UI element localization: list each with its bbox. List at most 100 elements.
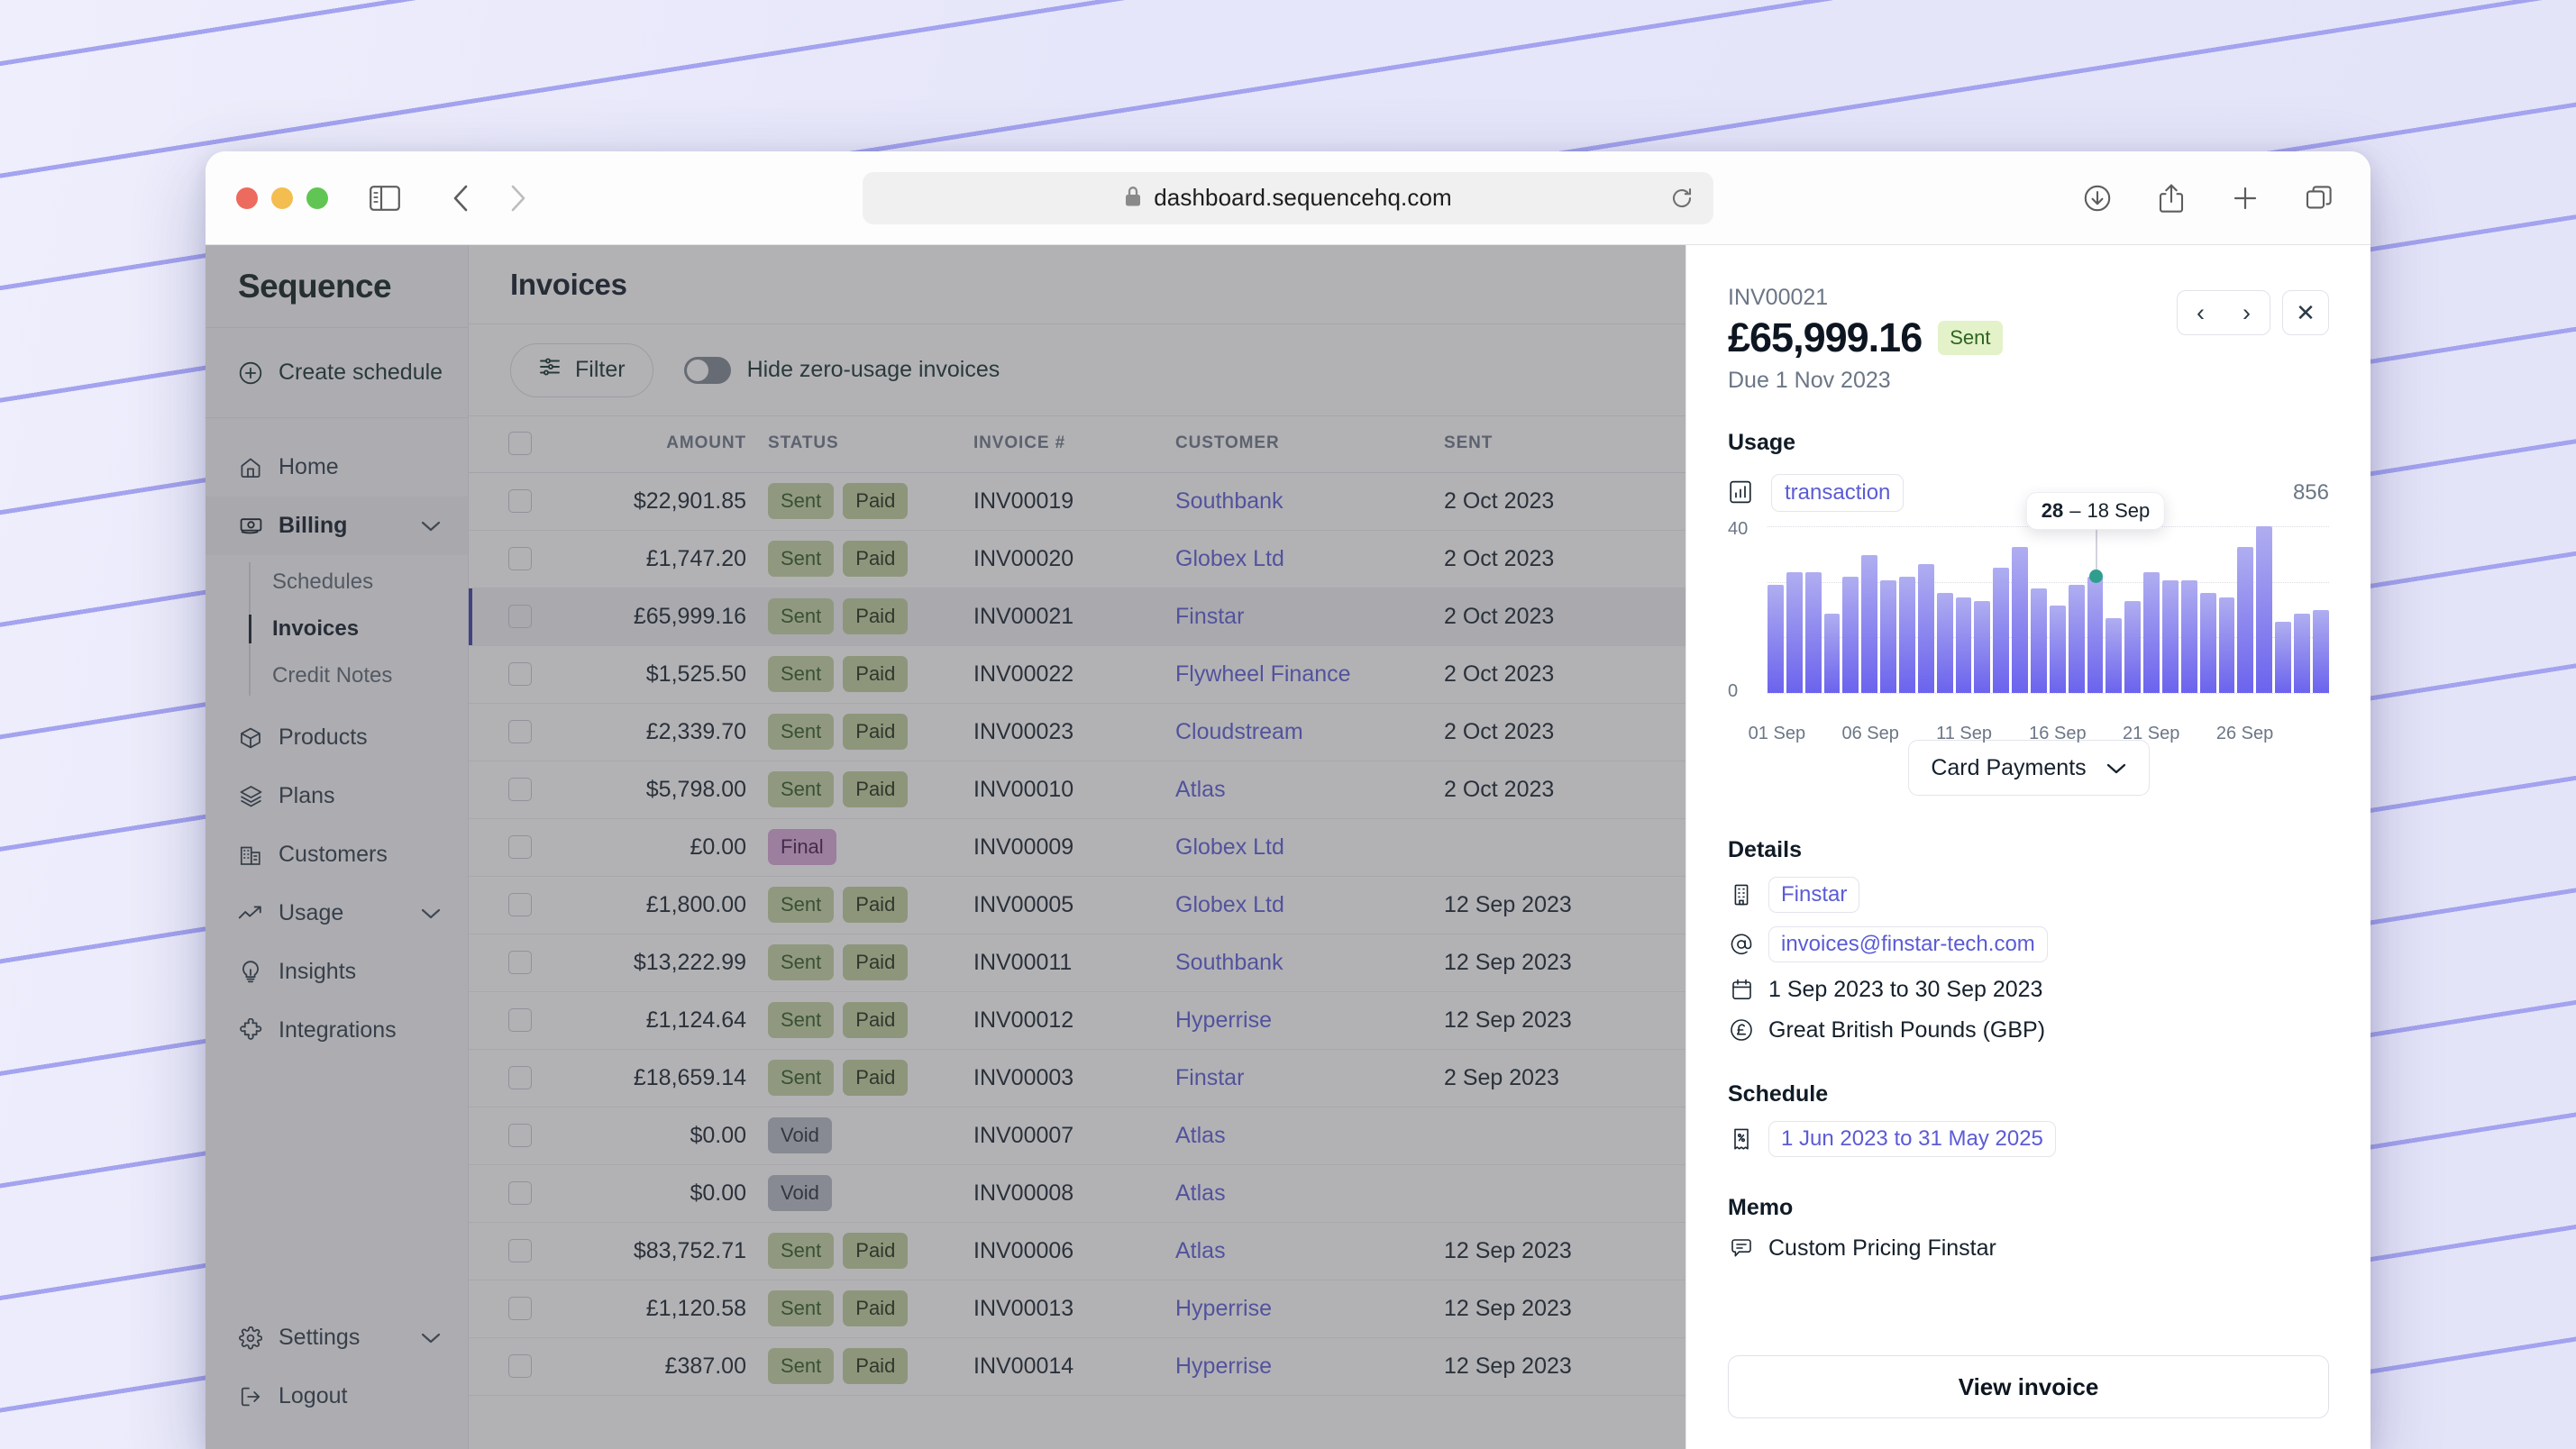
cell-customer[interactable]: Atlas xyxy=(1175,1164,1444,1223)
customer-link[interactable]: Globex Ltd xyxy=(1175,546,1284,571)
customer-link[interactable]: Globex Ltd xyxy=(1175,892,1284,917)
chevron-right-icon[interactable]: › xyxy=(2224,299,2270,327)
row-checkbox[interactable] xyxy=(508,778,532,801)
table-row[interactable]: $83,752.71 Sent Paid INV00006 Atlas 12 Sep 20… xyxy=(469,1222,1685,1280)
table-row[interactable]: £387.00 Sent Paid INV00014 Hyperrise 12 Sep 2… xyxy=(469,1337,1685,1396)
chart-bar[interactable] xyxy=(2031,588,2047,693)
table-row[interactable]: £1,124.64 Sent Paid INV00012 Hyperrise 12 Sep… xyxy=(469,991,1685,1050)
sidebar-item-home[interactable]: Home xyxy=(206,438,468,497)
table-row[interactable]: $22,901.85 Sent Paid INV00019 Southbank 2 Oct… xyxy=(469,472,1685,531)
browser-forward-button[interactable] xyxy=(498,178,539,219)
customer-link[interactable]: Finstar xyxy=(1175,604,1244,629)
sidebar-item-settings[interactable]: Settings xyxy=(206,1308,468,1367)
table-row[interactable]: £1,120.58 Sent Paid INV00013 Hyperrise 12 Sep… xyxy=(469,1280,1685,1338)
row-checkbox[interactable] xyxy=(508,835,532,859)
maximize-window-button[interactable] xyxy=(306,187,328,209)
row-checkbox[interactable] xyxy=(508,1239,532,1262)
sidebar-item-customers[interactable]: Customers xyxy=(206,825,468,884)
sidebar-toggle-icon[interactable] xyxy=(364,178,406,219)
row-checkbox[interactable] xyxy=(508,1124,532,1147)
close-window-button[interactable] xyxy=(236,187,258,209)
row-checkbox-cell[interactable] xyxy=(469,1164,555,1223)
row-checkbox[interactable] xyxy=(508,489,532,513)
chart-bar[interactable] xyxy=(1936,593,1953,693)
sidebar-item-products[interactable]: Products xyxy=(206,708,468,767)
chart-bar[interactable] xyxy=(1917,563,1934,693)
row-checkbox[interactable] xyxy=(508,1008,532,1032)
table-row[interactable]: $0.00 Void INV00008 Atlas xyxy=(469,1164,1685,1223)
row-checkbox-cell[interactable] xyxy=(469,530,555,588)
chart-bar[interactable] xyxy=(1768,584,1784,693)
column-header-status[interactable]: STATUS xyxy=(746,416,952,473)
chart-bar[interactable] xyxy=(1823,614,1841,693)
browser-back-button[interactable] xyxy=(440,178,481,219)
column-header-amount[interactable]: AMOUNT xyxy=(555,416,746,473)
customer-link[interactable]: Hyperrise xyxy=(1175,1007,1272,1033)
row-checkbox[interactable] xyxy=(508,720,532,743)
row-checkbox-cell[interactable] xyxy=(469,1049,555,1107)
chart-bar[interactable] xyxy=(2275,622,2292,693)
chevron-left-icon[interactable]: ‹ xyxy=(2178,299,2224,327)
sidebar-item-schedules[interactable]: Schedules xyxy=(252,559,468,606)
row-checkbox-cell[interactable] xyxy=(469,1107,555,1165)
customer-link[interactable]: Atlas xyxy=(1175,777,1226,802)
cell-customer[interactable]: Cloudstream xyxy=(1175,703,1444,761)
plus-icon[interactable] xyxy=(2224,178,2266,219)
row-checkbox[interactable] xyxy=(508,1181,532,1205)
chart-bar[interactable] xyxy=(2294,614,2310,693)
customer-link[interactable]: Southbank xyxy=(1175,488,1283,514)
sidebar-item-billing[interactable]: Billing xyxy=(206,497,468,555)
share-icon[interactable] xyxy=(2151,178,2192,219)
chart-bar[interactable] xyxy=(2049,605,2066,693)
customer-link[interactable]: Flywheel Finance xyxy=(1175,661,1351,687)
filter-button[interactable]: Filter xyxy=(510,342,653,397)
chart-bar[interactable] xyxy=(2162,580,2179,693)
row-checkbox-cell[interactable] xyxy=(469,1337,555,1396)
row-checkbox-cell[interactable] xyxy=(469,588,555,646)
row-checkbox-cell[interactable] xyxy=(469,876,555,934)
row-checkbox-cell[interactable] xyxy=(469,991,555,1050)
customer-link[interactable]: Southbank xyxy=(1175,950,1283,975)
row-checkbox[interactable] xyxy=(508,1066,532,1089)
customer-link[interactable]: Finstar xyxy=(1175,1065,1244,1090)
chart-bar[interactable] xyxy=(1804,571,1822,693)
table-row[interactable]: $13,222.99 Sent Paid INV00011 Southbank 12 Se… xyxy=(469,934,1685,992)
hide-zero-usage-toggle[interactable] xyxy=(683,356,731,384)
cell-customer[interactable]: Hyperrise xyxy=(1175,1280,1444,1338)
row-checkbox-cell[interactable] xyxy=(469,1222,555,1280)
cell-customer[interactable]: Hyperrise xyxy=(1175,991,1444,1050)
create-schedule-button[interactable]: Create schedule xyxy=(206,328,468,418)
customer-link[interactable]: Atlas xyxy=(1175,1238,1226,1263)
select-all-header[interactable] xyxy=(469,416,555,473)
chart-bar[interactable] xyxy=(1974,601,1991,693)
table-row[interactable]: £18,659.14 Sent Paid INV00003 Finstar 2 Sep 2… xyxy=(469,1049,1685,1107)
row-checkbox-cell[interactable] xyxy=(469,818,555,877)
row-checkbox-cell[interactable] xyxy=(469,703,555,761)
row-checkbox-cell[interactable] xyxy=(469,472,555,531)
customer-link[interactable]: Atlas xyxy=(1175,1180,1226,1206)
sidebar-item-usage[interactable]: Usage xyxy=(206,884,468,943)
chart-bar[interactable] xyxy=(2068,584,2085,693)
row-checkbox[interactable] xyxy=(508,1354,532,1378)
cell-customer[interactable]: Globex Ltd xyxy=(1175,818,1444,877)
sidebar-item-invoices[interactable]: Invoices xyxy=(249,606,468,652)
column-header-invoice[interactable]: INVOICE # xyxy=(952,416,1175,473)
table-row[interactable]: £0.00 Final INV00009 Globex Ltd xyxy=(469,818,1685,877)
row-checkbox[interactable] xyxy=(508,893,532,916)
cell-customer[interactable]: Atlas xyxy=(1175,761,1444,819)
chart-bar[interactable] xyxy=(1861,555,1878,693)
cell-customer[interactable]: Hyperrise xyxy=(1175,1337,1444,1396)
sidebar-item-logout[interactable]: Logout xyxy=(206,1367,468,1426)
table-row[interactable]: $5,798.00 Sent Paid INV00010 Atlas 2 Oct 2023 xyxy=(469,761,1685,819)
row-checkbox[interactable] xyxy=(508,662,532,686)
payment-method-select[interactable]: Card Payments xyxy=(1907,740,2150,796)
chart-bar[interactable] xyxy=(1786,571,1803,693)
cell-customer[interactable]: Atlas xyxy=(1175,1222,1444,1280)
cell-customer[interactable]: Flywheel Finance xyxy=(1175,645,1444,704)
address-bar[interactable]: dashboard.sequencehq.com xyxy=(863,171,1713,224)
view-invoice-button[interactable]: View invoice xyxy=(1728,1355,2329,1418)
row-checkbox-cell[interactable] xyxy=(469,645,555,704)
sidebar-item-credit-notes[interactable]: Credit Notes xyxy=(252,652,468,699)
row-checkbox[interactable] xyxy=(508,547,532,570)
column-header-customer[interactable]: CUSTOMER xyxy=(1175,416,1444,473)
